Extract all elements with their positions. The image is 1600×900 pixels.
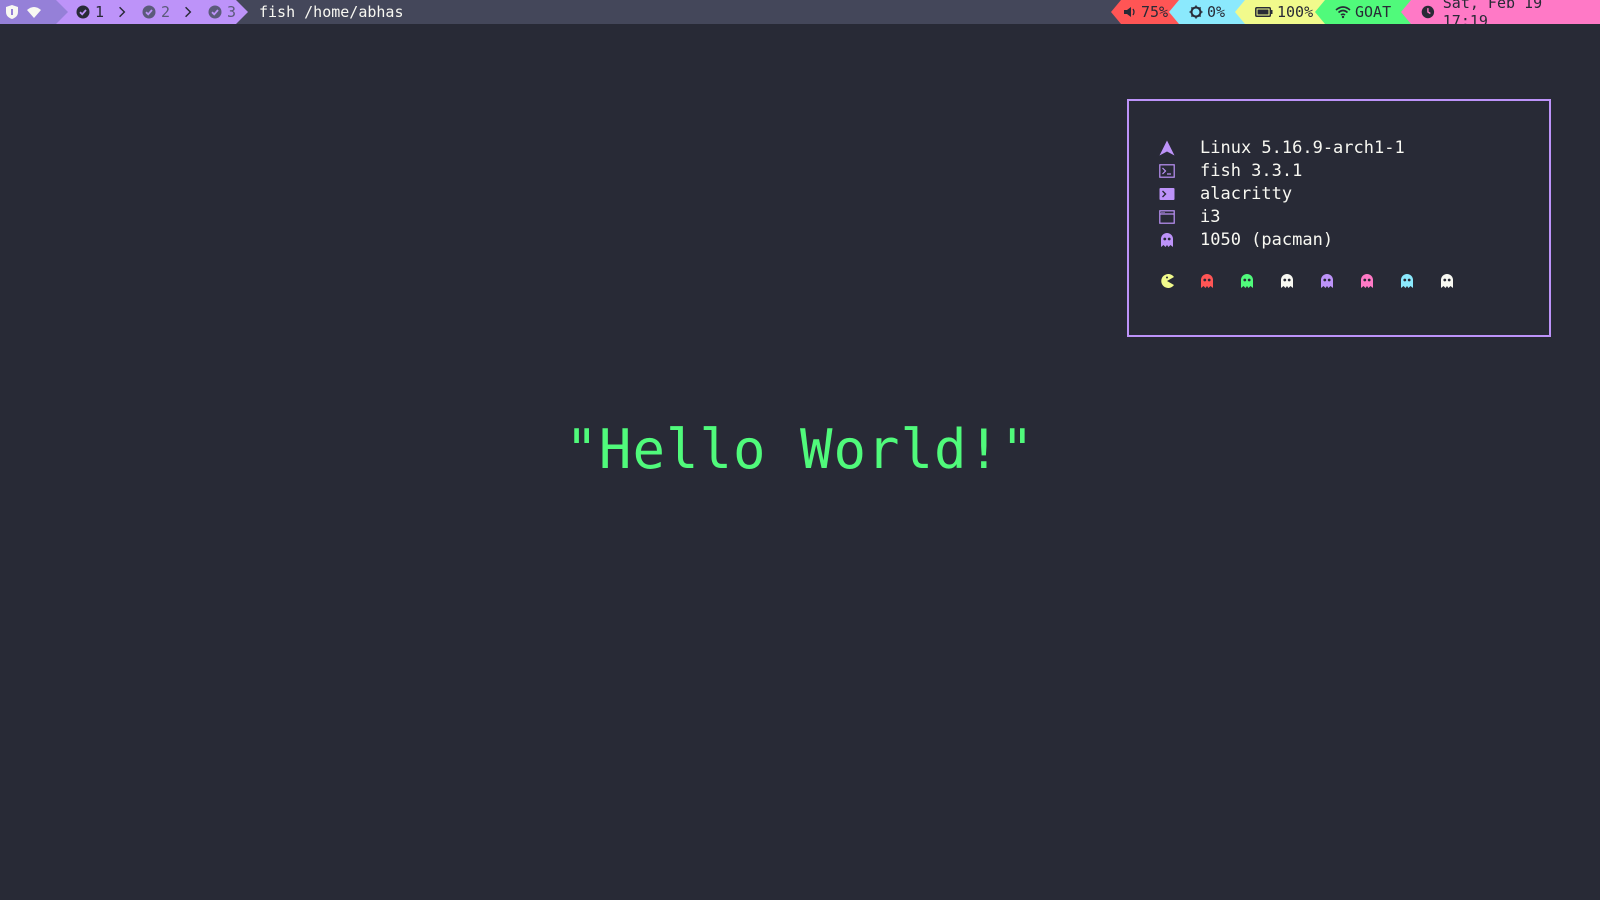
wifi-value: GOAT bbox=[1355, 3, 1392, 21]
check-circle-icon bbox=[76, 5, 90, 19]
clock-icon bbox=[1421, 5, 1435, 19]
system-info-box: Linux 5.16.9-arch1-1 fish 3.3.1 alacritt… bbox=[1127, 99, 1551, 337]
workspace-3[interactable]: 3 bbox=[208, 0, 236, 24]
info-row-shell: fish 3.3.1 bbox=[1159, 159, 1302, 182]
check-circle-icon bbox=[208, 5, 222, 19]
shield-icon[interactable] bbox=[4, 4, 20, 20]
window-icon bbox=[1159, 209, 1175, 224]
clock-module[interactable]: Sat, Feb 19 17:19 bbox=[1401, 0, 1600, 30]
battery-icon bbox=[1255, 7, 1273, 18]
info-text: i3 bbox=[1200, 206, 1221, 227]
ghost-icon bbox=[1281, 274, 1293, 288]
tray-icons bbox=[0, 0, 68, 24]
volume-value: 75% bbox=[1141, 3, 1169, 21]
ghost-icon bbox=[1241, 274, 1253, 288]
workspace-label: 2 bbox=[160, 3, 171, 21]
info-text: alacritty bbox=[1200, 183, 1293, 204]
check-circle-icon bbox=[142, 5, 156, 19]
info-row-packages: 1050 (pacman) bbox=[1159, 228, 1333, 251]
console-icon bbox=[1159, 187, 1175, 200]
chevron-right-icon bbox=[119, 6, 126, 18]
info-row-terminal: alacritty bbox=[1159, 182, 1292, 205]
gear-icon bbox=[1189, 5, 1203, 19]
battery-value: 100% bbox=[1277, 3, 1314, 21]
wifi-icon[interactable] bbox=[26, 4, 42, 20]
hello-world-text: "Hello World!" bbox=[565, 418, 1035, 481]
chevron-right-icon bbox=[185, 6, 192, 18]
speaker-icon bbox=[1124, 7, 1135, 17]
ghost-icon bbox=[1201, 274, 1213, 288]
color-palette bbox=[1159, 273, 1479, 289]
info-row-wm: i3 bbox=[1159, 205, 1220, 228]
arch-logo-icon bbox=[1159, 140, 1175, 155]
cpu-value: 0% bbox=[1207, 3, 1226, 21]
bar-right: 75% 0% 100% GOAT Sat, Feb 19 17:19 bbox=[1111, 0, 1600, 30]
info-row-kernel: Linux 5.16.9-arch1-1 bbox=[1159, 136, 1405, 159]
clock-value: Sat, Feb 19 17:19 bbox=[1442, 0, 1543, 30]
workspace-1[interactable]: 1 bbox=[76, 0, 104, 24]
bar-left: 1 2 3 bbox=[0, 0, 248, 24]
window-title: fish /home/abhas bbox=[259, 3, 404, 21]
desktop: 1 2 3 fish /home/abhas 75% 0% 100% GOAT … bbox=[0, 0, 1600, 900]
battery-module[interactable]: 100% bbox=[1235, 0, 1325, 24]
info-text: 1050 (pacman) bbox=[1200, 229, 1334, 250]
ghost-icon bbox=[1361, 274, 1373, 288]
terminal-icon bbox=[1159, 163, 1175, 178]
ghost-icon bbox=[1441, 274, 1453, 288]
workspace-2[interactable]: 2 bbox=[142, 0, 170, 24]
wifi-icon bbox=[1335, 6, 1351, 19]
workspace-label: 3 bbox=[226, 3, 236, 21]
ghost-icon bbox=[1161, 232, 1173, 247]
info-text: fish 3.3.1 bbox=[1200, 160, 1303, 181]
ghost-icon bbox=[1321, 274, 1333, 288]
workspace-label: 1 bbox=[95, 3, 105, 21]
info-text: Linux 5.16.9-arch1-1 bbox=[1200, 137, 1405, 158]
workspace-list: 1 2 3 bbox=[56, 0, 248, 24]
ghost-icon bbox=[1401, 274, 1413, 288]
pacman-icon bbox=[1161, 274, 1174, 288]
wifi-module[interactable]: GOAT bbox=[1315, 0, 1411, 24]
top-bar: 1 2 3 fish /home/abhas 75% 0% 100% GOAT … bbox=[0, 0, 1600, 30]
